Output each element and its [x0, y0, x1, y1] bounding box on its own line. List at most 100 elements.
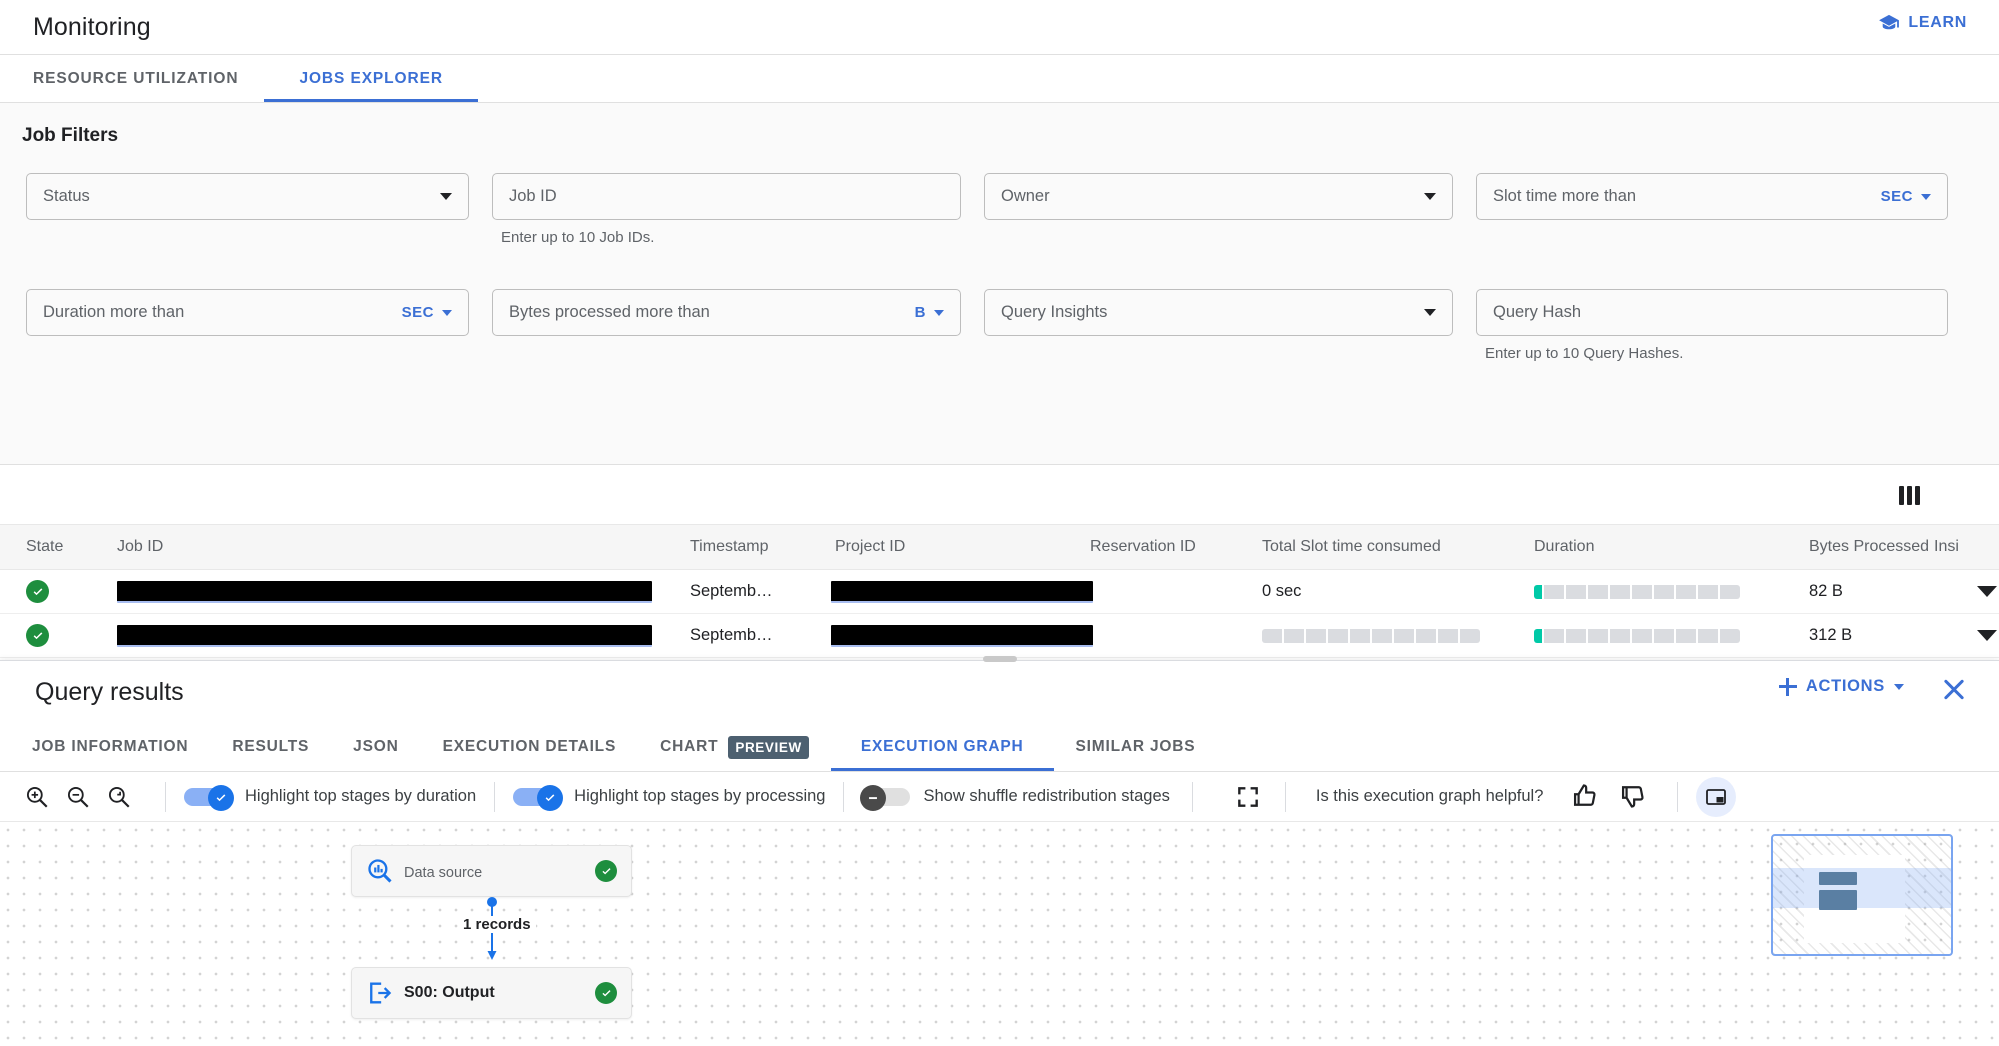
close-icon[interactable]	[1939, 675, 1969, 705]
duration-filter[interactable]: Duration more than SEC	[26, 289, 469, 336]
actions-button[interactable]: ACTIONS	[1778, 677, 1904, 696]
minimap-panel-icon[interactable]	[1696, 776, 1737, 817]
row-expand-button[interactable]	[1974, 630, 1999, 641]
execution-graph-toolbar: Highlight top stages by duration Highlig…	[0, 772, 1999, 822]
columns-settings-icon[interactable]	[1892, 479, 1926, 511]
graph-node-subtitle: Data source	[404, 864, 483, 881]
tab-similar-jobs[interactable]: SIMILAR JOBS	[1054, 723, 1218, 771]
row-duration-bar	[1534, 628, 1809, 643]
status-filter[interactable]: Status	[26, 173, 469, 220]
thumb-down-icon[interactable]	[1619, 782, 1649, 812]
chevron-down-icon	[1976, 586, 1997, 597]
tab-json[interactable]: JSON	[331, 723, 420, 771]
minimap-viewport[interactable]	[1773, 868, 1951, 908]
tab-chart[interactable]: CHART PREVIEW	[638, 723, 831, 771]
job-filters-panel: Job Filters Status Job ID Enter up to 10…	[0, 103, 1999, 465]
query-hash-input[interactable]: Query Hash	[1476, 289, 1948, 336]
toolbar-divider	[494, 781, 496, 812]
row-state-icon	[0, 624, 95, 647]
row-timestamp: Septemb…	[690, 582, 773, 600]
output-icon	[366, 979, 398, 1007]
query-hash-hint: Enter up to 10 Query Hashes.	[1485, 345, 1684, 362]
job-id-hint: Enter up to 10 Job IDs.	[501, 229, 655, 246]
toolbar-divider	[165, 781, 166, 812]
chevron-down-icon[interactable]	[934, 309, 944, 316]
table-row[interactable]: Septemb… 0 sec 82 B	[0, 570, 1999, 614]
switch-on-icon	[184, 784, 234, 811]
row-timestamp: Septemb…	[690, 626, 773, 644]
owner-filter[interactable]: Owner	[984, 173, 1453, 220]
success-check-icon	[26, 624, 49, 647]
table-row[interactable]: Septemb… 312 B	[0, 614, 1999, 658]
zoom-in-icon[interactable]	[24, 784, 50, 810]
query-results-tabs: JOB INFORMATION RESULTS JSON EXECUTION D…	[0, 723, 1999, 772]
zoom-out-icon[interactable]	[65, 784, 91, 810]
tab-results[interactable]: RESULTS	[210, 723, 331, 771]
row-expand-button[interactable]	[1974, 586, 1999, 597]
data-source-icon	[366, 857, 398, 885]
toggle-label: Show shuffle redistribution stages	[923, 787, 1170, 805]
tab-jobs-explorer[interactable]: JOBS EXPLORER	[264, 55, 479, 102]
thumb-up-icon[interactable]	[1571, 782, 1601, 812]
toggle-highlight-duration[interactable]: Highlight top stages by duration	[184, 784, 476, 811]
query-hash-placeholder: Query Hash	[1493, 303, 1582, 321]
redacted-value	[831, 624, 1093, 647]
graph-node-output[interactable]: S00: Output	[351, 967, 632, 1019]
tab-execution-graph[interactable]: EXECUTION GRAPH	[830, 723, 1054, 771]
bytes-processed-unit[interactable]: B	[915, 304, 926, 321]
tab-label: JOBS EXPLORER	[299, 69, 443, 87]
duration-unit[interactable]: SEC	[402, 304, 434, 321]
tab-label: EXECUTION GRAPH	[860, 738, 1024, 755]
learn-label: LEARN	[1908, 14, 1967, 31]
tab-resource-utilization[interactable]: RESOURCE UTILIZATION	[0, 55, 264, 102]
jobs-table: State Job ID Timestamp Project ID Reserv…	[0, 524, 1999, 660]
zoom-reset-icon[interactable]	[106, 784, 132, 810]
switch-off-icon	[860, 784, 911, 811]
toolbar-divider	[843, 781, 845, 812]
success-check-icon	[595, 982, 617, 1004]
tab-execution-details[interactable]: EXECUTION DETAILS	[421, 723, 639, 771]
filters-row-2: Duration more than SEC Bytes processed m…	[0, 289, 1999, 362]
tab-label: EXECUTION DETAILS	[442, 738, 617, 755]
column-header-state: State	[26, 538, 64, 555]
bytes-processed-filter[interactable]: Bytes processed more than B	[492, 289, 961, 336]
row-state-icon	[0, 580, 95, 603]
chevron-down-icon[interactable]	[1921, 193, 1931, 200]
toggle-shuffle-stages[interactable]: Show shuffle redistribution stages	[860, 784, 1170, 811]
chevron-down-icon	[1894, 683, 1904, 690]
tab-job-information[interactable]: JOB INFORMATION	[10, 723, 210, 771]
column-header-project-id: Project ID	[835, 538, 906, 555]
execution-graph-canvas[interactable]: Data source 1 records S00: Output	[0, 822, 1999, 1046]
query-results-title: Query results	[35, 677, 184, 706]
tab-label: CHART	[660, 738, 719, 755]
fullscreen-icon[interactable]	[1235, 784, 1261, 810]
tab-label: JOB INFORMATION	[32, 738, 189, 755]
toggle-label: Highlight top stages by processing	[574, 787, 826, 805]
tab-label: JSON	[353, 738, 399, 755]
app-header: Monitoring LEARN	[0, 0, 1999, 55]
toolbar-divider	[1677, 781, 1679, 812]
query-insights-filter[interactable]: Query Insights	[984, 289, 1453, 336]
column-header-job-id: Job ID	[117, 538, 164, 555]
graph-minimap[interactable]	[1771, 834, 1953, 956]
row-job-id	[95, 624, 690, 647]
column-header-insights: Insi	[1934, 538, 1959, 555]
job-id-input[interactable]: Job ID	[492, 173, 961, 220]
chevron-down-icon	[1424, 309, 1436, 316]
slot-time-filter[interactable]: Slot time more than SEC	[1476, 173, 1948, 220]
row-bytes-processed: 82 B	[1809, 582, 1843, 600]
redacted-value	[117, 580, 652, 603]
column-header-slot-time: Total Slot time consumed	[1262, 538, 1441, 555]
row-project-id	[831, 580, 1093, 603]
page-title: Monitoring	[33, 12, 151, 41]
tab-label: RESOURCE UTILIZATION	[33, 69, 239, 87]
graduation-cap-icon	[1878, 14, 1900, 32]
row-slot-time: 0 sec	[1262, 582, 1302, 600]
slot-time-unit[interactable]: SEC	[1881, 188, 1913, 205]
preview-badge: PREVIEW	[728, 735, 809, 759]
filters-row-1: Status Job ID Enter up to 10 Job IDs. Ow…	[0, 173, 1999, 246]
learn-button[interactable]: LEARN	[1870, 8, 1975, 38]
toggle-highlight-processing[interactable]: Highlight top stages by processing	[513, 784, 826, 811]
graph-node-data-source[interactable]: Data source	[351, 845, 632, 897]
chevron-down-icon[interactable]	[442, 309, 452, 316]
